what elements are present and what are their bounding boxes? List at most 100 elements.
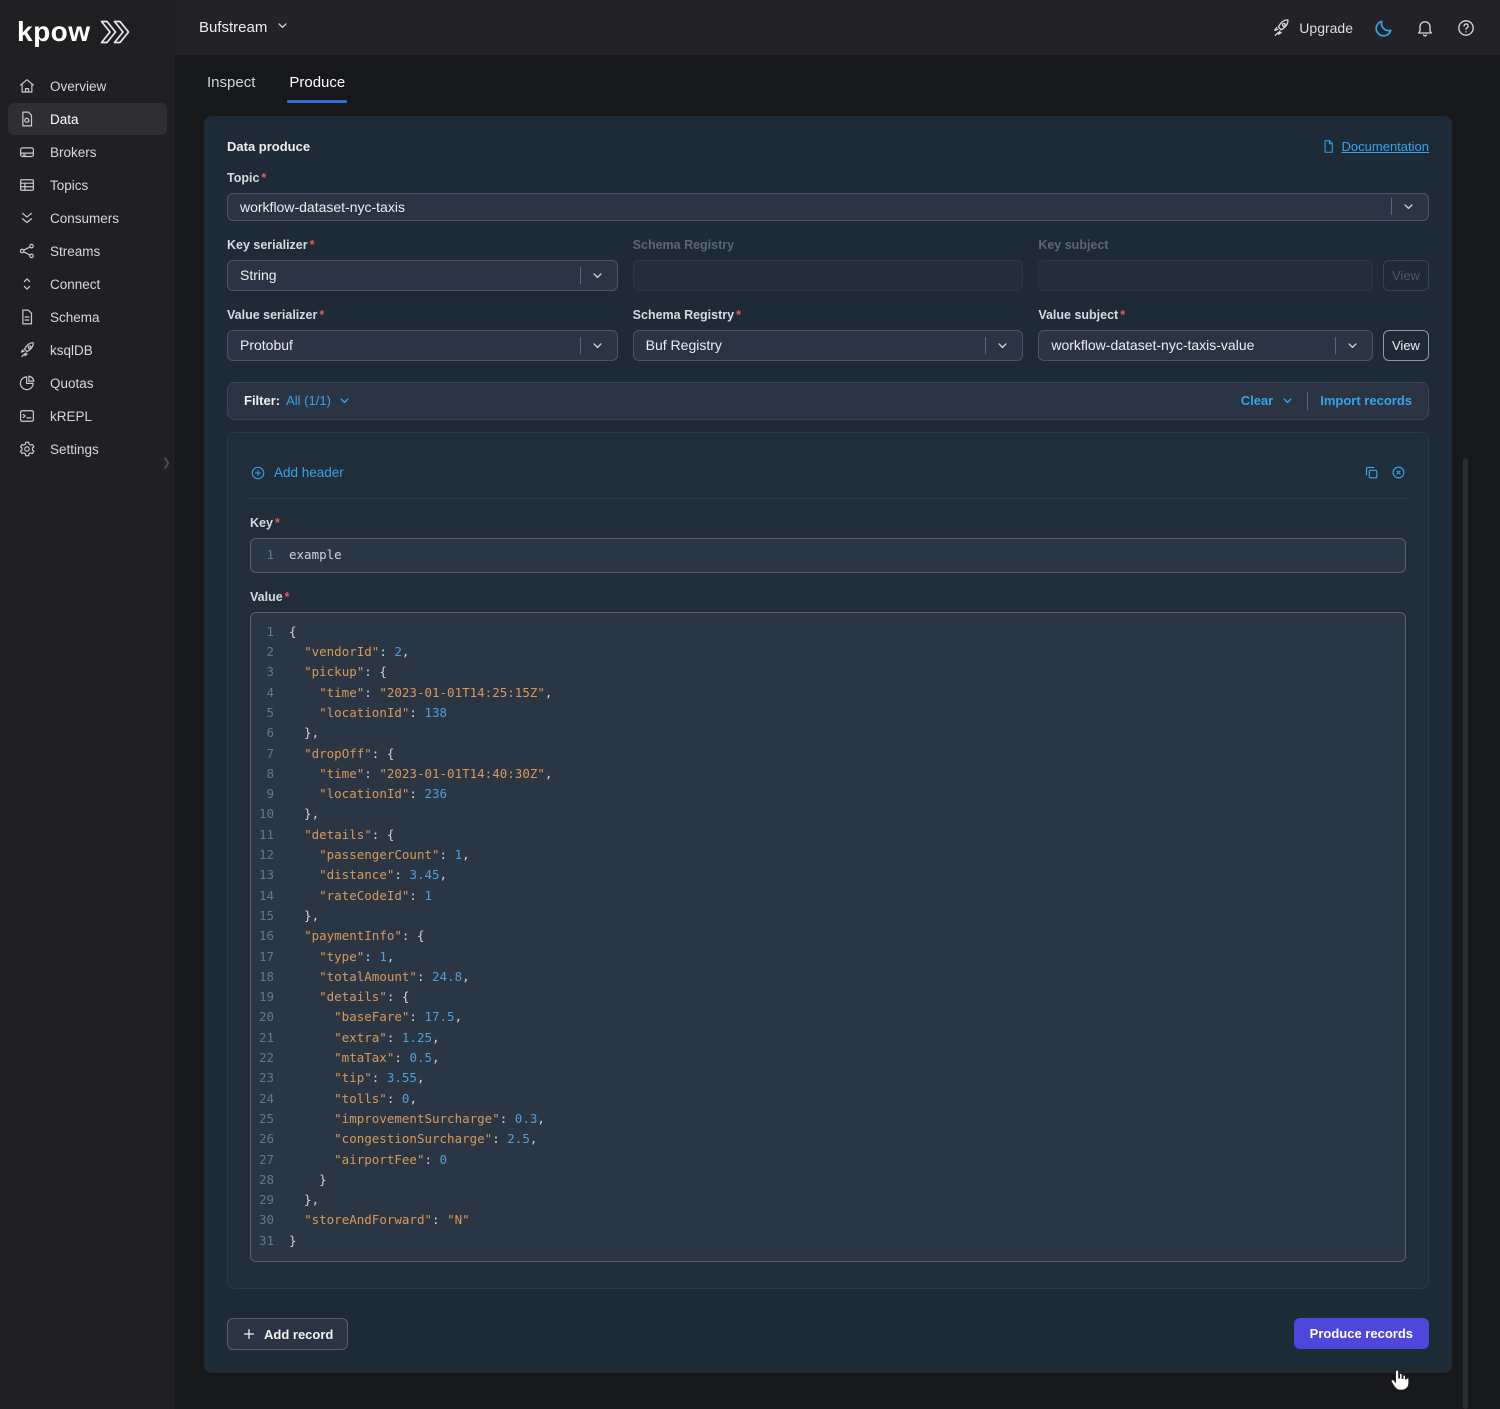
import-records-button[interactable]: Import records	[1320, 393, 1412, 408]
add-record-button[interactable]: Add record	[227, 1318, 348, 1350]
code-line: 16 "paymentInfo": {	[251, 926, 1405, 946]
key-serializer-select[interactable]: String	[227, 260, 618, 291]
value-editor-label: Value*	[250, 590, 1406, 604]
code-line: 2 "vendorId": 2,	[251, 642, 1405, 662]
rocket-icon	[18, 341, 36, 359]
pie-icon	[18, 374, 36, 392]
datafile-icon	[18, 110, 36, 128]
tab-produce[interactable]: Produce	[289, 74, 345, 103]
sidebar-item-streams[interactable]: Streams	[8, 235, 167, 267]
doc-icon	[18, 308, 36, 326]
topic-label: Topic*	[227, 171, 1429, 185]
sidebar-item-brokers[interactable]: Brokers	[8, 136, 167, 168]
key-subject-label: Key subject	[1038, 238, 1429, 252]
sidebar-item-data[interactable]: Data	[8, 103, 167, 135]
line-number: 22	[251, 1048, 289, 1068]
line-number: 12	[251, 845, 289, 865]
produce-records-button[interactable]: Produce records	[1294, 1318, 1429, 1349]
filter-bar: Filter: All (1/1) Clear Import records	[227, 382, 1429, 420]
code-line: 15 },	[251, 906, 1405, 926]
line-number: 9	[251, 784, 289, 804]
code-line: 6 },	[251, 723, 1405, 743]
sidebar-item-ksqldb[interactable]: ksqlDB	[8, 334, 167, 366]
tab-inspect[interactable]: Inspect	[207, 74, 255, 103]
documentation-link[interactable]: Documentation	[1321, 139, 1429, 154]
line-number: 4	[251, 683, 289, 703]
clear-button[interactable]: Clear	[1241, 393, 1296, 408]
remove-record-icon[interactable]	[1391, 465, 1406, 480]
value-subject-select[interactable]: workflow-dataset-nyc-taxis-value	[1038, 330, 1373, 361]
line-number: 5	[251, 703, 289, 723]
key-serializer-label: Key serializer*	[227, 238, 618, 252]
code-line: 18 "totalAmount": 24.8,	[251, 967, 1405, 987]
key-subject-view-button: View	[1383, 260, 1429, 291]
kpow-logo[interactable]: kpow	[0, 0, 175, 66]
value-serializer-label: Value serializer*	[227, 308, 618, 322]
topbar: Bufstream Upgrade	[175, 0, 1500, 55]
upgrade-button[interactable]: Upgrade	[1271, 18, 1353, 38]
value-subject-view-button[interactable]: View	[1383, 330, 1429, 361]
sidebar-collapse-icon[interactable]: ❯	[162, 456, 171, 469]
line-number: 27	[251, 1150, 289, 1170]
line-number: 19	[251, 987, 289, 1007]
code-line: 20 "baseFare": 17.5,	[251, 1007, 1405, 1027]
notifications-bell-icon[interactable]	[1415, 18, 1435, 38]
chevron-down-icon[interactable]	[337, 393, 352, 408]
code-line: 4 "time": "2023-01-01T14:25:15Z",	[251, 683, 1405, 703]
line-number: 10	[251, 804, 289, 824]
value-serializer-select[interactable]: Protobuf	[227, 330, 618, 361]
gear-icon	[18, 440, 36, 458]
scrollbar[interactable]	[1463, 458, 1468, 1409]
plus-circle-icon	[250, 465, 266, 481]
line-number: 18	[251, 967, 289, 987]
code-line: 7 "dropOff": {	[251, 744, 1405, 764]
data-produce-panel: Data produce Documentation Topic* workfl…	[204, 116, 1452, 1373]
key-schema-registry-input	[633, 260, 1024, 291]
theme-moon-icon[interactable]	[1374, 18, 1394, 38]
key-subject-input	[1038, 260, 1373, 291]
chevron-down-icon	[590, 268, 605, 283]
record-card: Add header Key* 1 example Value* 1 { 2 "…	[227, 432, 1429, 1290]
help-icon[interactable]	[1456, 18, 1476, 38]
key-editor[interactable]: 1 example	[250, 538, 1406, 573]
chevron-down-icon	[1345, 338, 1360, 353]
topic-select[interactable]: workflow-dataset-nyc-taxis	[227, 193, 1429, 221]
line-number: 13	[251, 865, 289, 885]
code-line: 27 "airportFee": 0	[251, 1150, 1405, 1170]
sidebar-nav: Overview Data Brokers Topics Consumers S…	[0, 66, 175, 469]
value-schema-registry-select[interactable]: Buf Registry	[633, 330, 1024, 361]
line-number: 7	[251, 744, 289, 764]
share-icon	[18, 242, 36, 260]
code-line: 25 "improvementSurcharge": 0.3,	[251, 1109, 1405, 1129]
line-number: 17	[251, 947, 289, 967]
duplicate-record-icon[interactable]	[1364, 465, 1379, 480]
home-icon	[18, 77, 36, 95]
tabs: Inspect Produce	[175, 55, 1500, 103]
sidebar-item-connect[interactable]: Connect	[8, 268, 167, 300]
filter-value[interactable]: All (1/1)	[286, 393, 331, 408]
chevron-down-icon	[590, 338, 605, 353]
sidebar-item-consumers[interactable]: Consumers	[8, 202, 167, 234]
chevron-down-icon	[1401, 199, 1416, 214]
code-line: 11 "details": {	[251, 825, 1405, 845]
line-number: 30	[251, 1210, 289, 1230]
add-header-button[interactable]: Add header	[250, 465, 344, 481]
sidebar-item-krepl[interactable]: kREPL	[8, 400, 167, 432]
sidebar-item-overview[interactable]: Overview	[8, 70, 167, 102]
line-number: 20	[251, 1007, 289, 1027]
line-number: 23	[251, 1068, 289, 1088]
sidebar-item-topics[interactable]: Topics	[8, 169, 167, 201]
cluster-selector[interactable]: Bufstream	[199, 18, 290, 37]
kpow-chevrons-icon	[99, 19, 131, 45]
line-number: 28	[251, 1170, 289, 1190]
kpow-logo-text: kpow	[17, 16, 91, 48]
line-number: 14	[251, 886, 289, 906]
cluster-name: Bufstream	[199, 19, 267, 36]
value-editor[interactable]: 1 { 2 "vendorId": 2, 3 "pickup": { 4 "ti…	[250, 612, 1406, 1262]
sidebar-item-quotas[interactable]: Quotas	[8, 367, 167, 399]
sidebar-item-schema[interactable]: Schema	[8, 301, 167, 333]
code-line: 28 }	[251, 1170, 1405, 1190]
value-subject-label: Value subject*	[1038, 308, 1429, 322]
line-number: 31	[251, 1231, 289, 1251]
sidebar-item-settings[interactable]: Settings	[8, 433, 167, 465]
